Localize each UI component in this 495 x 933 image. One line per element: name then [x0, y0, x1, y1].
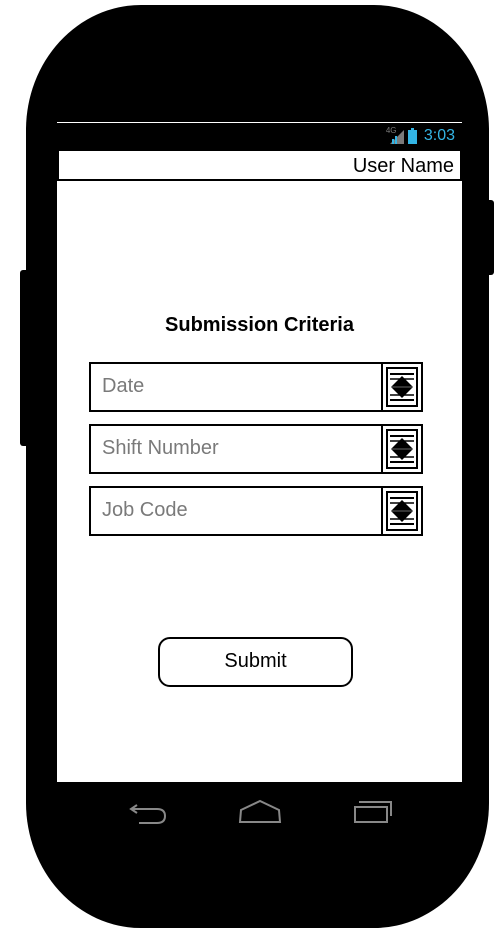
status-time: 3:03: [423, 127, 455, 144]
spinner-picker-icon: [386, 429, 418, 469]
battery-icon: [407, 128, 417, 144]
job-code-field[interactable]: Job Code: [89, 486, 423, 536]
shift-number-placeholder: Shift Number: [102, 437, 219, 459]
home-icon[interactable]: [237, 796, 283, 826]
signal-icon: [389, 130, 404, 144]
screen: 4G 3:03 User Name Submission Criteria Da…: [57, 122, 462, 782]
shift-number-field[interactable]: Shift Number: [89, 424, 423, 474]
job-code-picker-button[interactable]: [381, 488, 421, 534]
date-picker-button[interactable]: [381, 364, 421, 410]
recent-apps-icon[interactable]: [351, 796, 395, 826]
shift-number-picker-button[interactable]: [381, 426, 421, 472]
submit-button[interactable]: Submit: [158, 637, 353, 687]
network-indicator: 4G: [386, 126, 404, 146]
date-field[interactable]: Date: [89, 362, 423, 412]
power-button: [482, 200, 494, 275]
user-name-label[interactable]: User Name: [353, 155, 454, 178]
navigation-bar: [57, 782, 462, 842]
job-code-placeholder: Job Code: [102, 499, 188, 521]
date-placeholder: Date: [102, 375, 145, 397]
status-bar: 4G 3:03: [57, 123, 462, 149]
back-icon[interactable]: [125, 796, 169, 826]
spinner-picker-icon: [386, 491, 418, 531]
content-area: Submission Criteria Date Shift Number Jo…: [57, 181, 462, 782]
spinner-picker-icon: [386, 367, 418, 407]
app-header: User Name: [57, 149, 462, 181]
volume-button: [20, 270, 32, 446]
form-title: Submission Criteria: [165, 314, 354, 336]
